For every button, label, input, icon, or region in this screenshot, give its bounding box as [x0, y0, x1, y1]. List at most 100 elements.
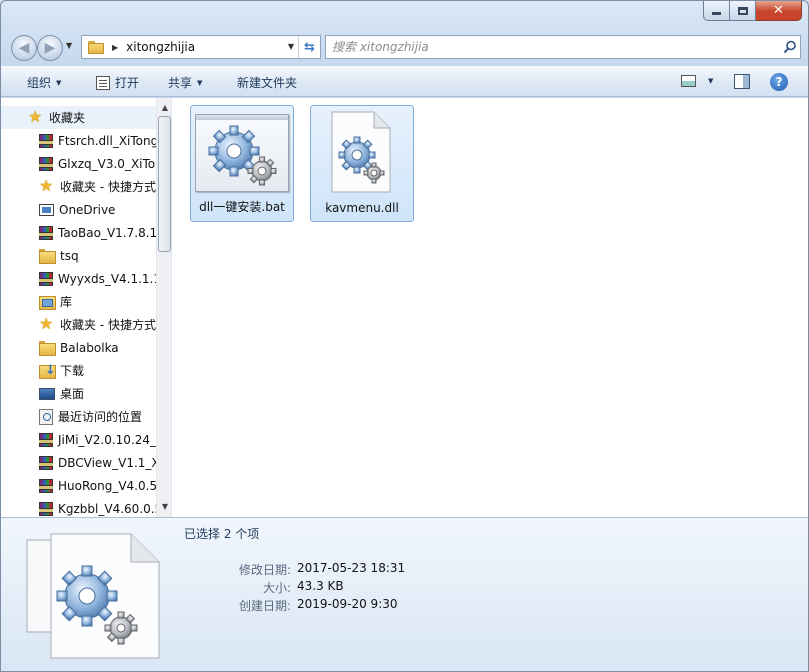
sidebar-item[interactable]: 桌面: [1, 382, 156, 405]
share-button[interactable]: 共享 ▼: [168, 74, 202, 91]
explorer-window: ✕ ◀ ▶ ▼ ▶ xitongzhijia ▼ ⇆ 搜索 xitongzhij…: [0, 0, 809, 672]
sidebar-item[interactable]: Glxzq_V3.0_XiTongZhiJia: [1, 152, 156, 175]
sidebar-item[interactable]: Kgzbbl_V4.60.0.5: [1, 497, 156, 517]
rar-icon: [39, 134, 53, 148]
forward-button[interactable]: ▶: [37, 35, 63, 61]
maximize-icon: [737, 6, 748, 15]
scroll-thumb[interactable]: [158, 116, 171, 252]
search-input[interactable]: [332, 37, 780, 57]
maximize-button[interactable]: [730, 1, 756, 21]
navigation-bar: ◀ ▶ ▼ ▶ xitongzhijia ▼ ⇆: [9, 33, 801, 61]
file-list: dll一键安装.bat kavmenu.dll: [173, 98, 808, 517]
forward-arrow-icon: ▶: [44, 40, 56, 56]
change-view-button[interactable]: ▼: [681, 75, 713, 87]
created-date-row: 创建日期: 2019-09-20 9:30: [189, 597, 398, 614]
main-area: 收藏夹 Ftsrch.dll_XiTongZhiJia Glxzq_V3.0_Xi…: [1, 98, 808, 517]
sidebar-item[interactable]: Wyyxds_V4.1.1.1: [1, 267, 156, 290]
back-arrow-icon: ◀: [18, 40, 30, 56]
sidebar-item-label: 收藏夹 - 快捷方式: [60, 180, 156, 194]
new-folder-button[interactable]: 新建文件夹: [237, 74, 297, 91]
minimize-icon: [712, 12, 721, 15]
breadcrumb-xitongzhijia[interactable]: xitongzhijia: [126, 40, 195, 54]
preview-pane-button[interactable]: [734, 74, 750, 89]
open-icon: [96, 75, 110, 90]
onedrive-icon: [39, 203, 54, 216]
sidebar-item[interactable]: Balabolka: [1, 336, 156, 359]
folder-icon: [88, 40, 104, 54]
organize-button[interactable]: 组织 ▼: [27, 74, 61, 91]
sidebar-item-label: 桌面: [60, 387, 85, 401]
caption-buttons: ✕: [703, 1, 802, 21]
created-date-value: 2019-09-20 9:30: [297, 597, 398, 611]
sidebar-item-label: Balabolka: [60, 340, 119, 355]
sidebar-item-label: Wyyxds_V4.1.1.1: [58, 271, 156, 286]
scroll-down-icon[interactable]: ▼: [157, 499, 171, 515]
refresh-icon: ⇆: [304, 39, 315, 55]
size-label: 大小:: [262, 581, 291, 595]
nav-favorites[interactable]: 收藏夹: [1, 106, 156, 129]
chevron-down-icon: ▼: [56, 78, 62, 87]
sidebar-item[interactable]: Ftsrch.dll_XiTongZhiJia: [1, 129, 156, 152]
sidebar-item-label: 收藏夹 - 快捷方式: [60, 318, 156, 332]
scroll-up-icon[interactable]: ▲: [157, 100, 171, 116]
file-name: dll一键安装.bat: [199, 200, 285, 214]
sidebar-item[interactable]: HuoRong_V4.0.5: [1, 474, 156, 497]
navigation-tree: 收藏夹 Ftsrch.dll_XiTongZhiJia Glxzq_V3.0_Xi…: [1, 106, 156, 517]
recent-pages-dropdown[interactable]: ▼: [66, 41, 72, 50]
size-value: 43.3 KB: [297, 579, 344, 593]
close-button[interactable]: ✕: [756, 1, 802, 21]
file-item-bat[interactable]: dll一键安装.bat: [190, 105, 294, 222]
chevron-down-icon[interactable]: ▼: [708, 77, 713, 85]
star-icon: [39, 314, 55, 333]
dll-file-icon: [330, 111, 392, 193]
sidebar-item[interactable]: 库: [1, 290, 156, 313]
details-pane: 已选择 2 个项 修改日期: 2017-05-23 18:31 大小: 43.3…: [1, 517, 808, 671]
download-folder-icon: [39, 363, 56, 379]
sidebar-item[interactable]: DBCView_V1.1_XiTongZhiJia: [1, 451, 156, 474]
sidebar-item-label: JiMi_V2.0.10.24_XiTongZhiJia: [58, 432, 156, 447]
nav-favorites-label: 收藏夹: [49, 111, 86, 125]
help-button[interactable]: ?: [770, 73, 788, 91]
sidebar-item[interactable]: JiMi_V2.0.10.24_XiTongZhiJia: [1, 428, 156, 451]
close-icon: ✕: [773, 3, 784, 18]
search-box[interactable]: [325, 35, 801, 59]
sidebar-item[interactable]: 下载: [1, 359, 156, 382]
sidebar-item[interactable]: 收藏夹 - 快捷方式: [1, 175, 156, 198]
recent-places-icon: [39, 408, 53, 425]
sidebar-item[interactable]: 收藏夹 - 快捷方式: [1, 313, 156, 336]
sidebar-item[interactable]: OneDrive: [1, 198, 156, 221]
sidebar-item-label: 下载: [60, 364, 85, 378]
rar-icon: [39, 456, 53, 470]
rar-icon: [39, 157, 53, 171]
address-dropdown-icon[interactable]: ▼: [288, 42, 294, 51]
back-button[interactable]: ◀: [11, 35, 37, 61]
file-item-dll[interactable]: kavmenu.dll: [310, 105, 414, 222]
batch-file-icon: [195, 114, 289, 192]
breadcrumb-separator-icon[interactable]: ▶: [112, 43, 118, 52]
minimize-button[interactable]: [703, 1, 730, 21]
refresh-button[interactable]: ⇆: [298, 36, 320, 58]
rar-icon: [39, 502, 53, 516]
created-date-label: 创建日期:: [238, 599, 291, 613]
modified-date-row: 修改日期: 2017-05-23 18:31: [189, 561, 405, 578]
sidebar-item-label: HuoRong_V4.0.5: [58, 478, 156, 493]
share-label: 共享: [168, 76, 193, 90]
chevron-down-icon: ▼: [197, 78, 203, 87]
search-icon[interactable]: [780, 40, 800, 54]
address-bar[interactable]: ▶ xitongzhijia ▼ ⇆: [81, 35, 321, 59]
sidebar-item[interactable]: 最近访问的位置: [1, 405, 156, 428]
sidebar-item[interactable]: TaoBao_V1.7.8.1: [1, 221, 156, 244]
sidebar-item[interactable]: tsq: [1, 244, 156, 267]
file-name: kavmenu.dll: [325, 201, 399, 215]
sidebar-item-label: 库: [60, 295, 73, 309]
folder-icon: [39, 248, 56, 264]
folder-icon: [39, 340, 56, 356]
sidebar-item-label: Ftsrch.dll_XiTongZhiJia: [58, 133, 156, 148]
selection-preview-icon: [25, 530, 165, 662]
open-label: 打开: [115, 76, 140, 90]
nav-scrollbar[interactable]: ▲ ▼: [156, 98, 171, 517]
rar-icon: [39, 433, 53, 447]
open-button[interactable]: 打开: [96, 74, 139, 91]
sidebar-item-label: tsq: [60, 248, 79, 263]
sidebar-item-label: DBCView_V1.1_XiTongZhiJia: [58, 455, 156, 470]
